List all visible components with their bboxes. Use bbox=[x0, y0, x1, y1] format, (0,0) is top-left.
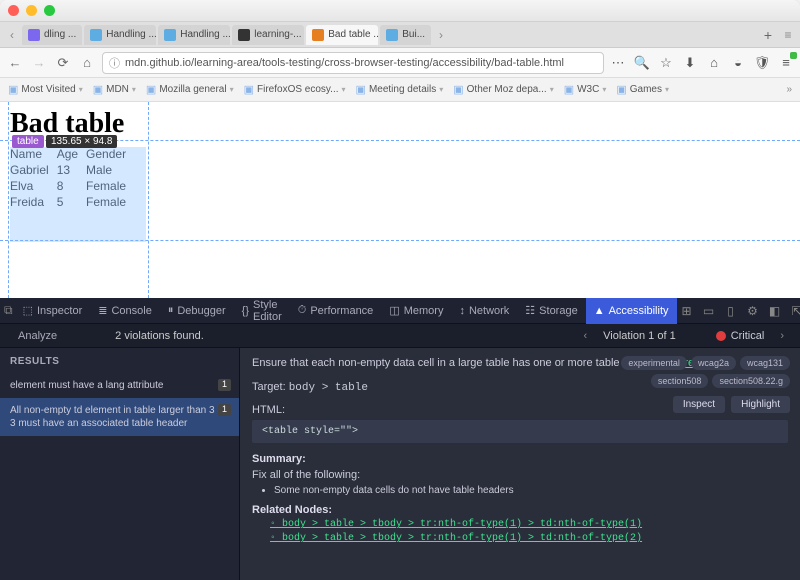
devtools-tabs: ⧉ ⬚Inspector≣Console⏸Debugger{}Style Edi… bbox=[0, 298, 800, 324]
zoom-window-button[interactable] bbox=[44, 5, 55, 16]
tab-menu-icon[interactable]: ≡ bbox=[780, 28, 796, 42]
critical-dot-icon bbox=[716, 331, 726, 341]
tab-scroll-right[interactable]: › bbox=[433, 28, 449, 42]
violation-tag: section508.22.g bbox=[712, 374, 790, 388]
html-label: HTML: bbox=[252, 404, 285, 416]
inspector-tag-label: table bbox=[12, 135, 44, 148]
bookmark-item[interactable]: ▣Meeting details ▾ bbox=[356, 83, 444, 96]
bookmark-item[interactable]: ▣Most Visited ▾ bbox=[8, 83, 83, 96]
traffic-lights bbox=[8, 5, 55, 16]
page-heading: Bad table bbox=[10, 108, 790, 140]
reader-icon[interactable]: ⋯ bbox=[610, 55, 626, 71]
next-violation-button[interactable]: › bbox=[774, 330, 790, 342]
bookmark-item[interactable]: ▣Other Moz depa... ▾ bbox=[453, 83, 553, 96]
violations-count: 2 violations found. bbox=[115, 330, 204, 342]
browser-tab[interactable]: Bad table ... bbox=[306, 25, 378, 45]
related-node-link[interactable]: ◦ body > table > tbody > tr:nth-of-type(… bbox=[270, 519, 788, 530]
iframe-picker-icon[interactable]: ⧉ bbox=[4, 303, 13, 319]
accessibility-subbar: Analyze 2 violations found. ‹ Violation … bbox=[0, 324, 800, 348]
bookmark-item[interactable]: ▣MDN ▾ bbox=[93, 83, 136, 96]
inspect-button[interactable]: Inspect bbox=[673, 396, 725, 413]
target-selector: body > table bbox=[289, 382, 368, 394]
shield-icon[interactable]: 🛡 bbox=[754, 55, 770, 71]
violation-rule[interactable]: element must have a lang attribute1 bbox=[0, 373, 239, 398]
back-button[interactable]: ← bbox=[6, 54, 24, 72]
popout-icon[interactable]: ⇱ bbox=[789, 303, 800, 319]
bookmarks-toolbar: ▣Most Visited ▾ ▣MDN ▾ ▣Mozilla general ▾ ▣… bbox=[0, 78, 800, 102]
devtools-tab-storage[interactable]: ☷Storage bbox=[517, 298, 585, 324]
related-node-link[interactable]: ◦ body > table > tbody > tr:nth-of-type(… bbox=[270, 533, 788, 544]
bookmark-star-icon[interactable]: ☆ bbox=[658, 55, 674, 71]
devtools-tab-debugger[interactable]: ⏸Debugger bbox=[160, 298, 234, 324]
violation-tag: section508 bbox=[651, 374, 709, 388]
browser-tab[interactable]: Bui... bbox=[380, 25, 431, 45]
address-bar: ← → ⟳ ⌂ ⓘ mdn.github.io/learning-area/to… bbox=[0, 48, 800, 78]
analyze-button[interactable]: Analyze bbox=[0, 330, 75, 342]
violation-rule[interactable]: All non-empty td element in table larger… bbox=[0, 398, 239, 436]
devtools-tab-console[interactable]: ≣Console bbox=[90, 298, 160, 324]
forward-button[interactable]: → bbox=[30, 54, 48, 72]
browser-tab[interactable]: Handling ... bbox=[84, 25, 156, 45]
responsive-design-icon[interactable]: ⊞ bbox=[679, 303, 695, 319]
bookmarks-overflow[interactable]: » bbox=[786, 84, 792, 95]
results-sidebar: RESULTS element must have a lang attribu… bbox=[0, 348, 240, 580]
info-icon[interactable]: ⓘ bbox=[109, 55, 120, 71]
reload-button[interactable]: ⟳ bbox=[54, 54, 72, 72]
bookmark-item[interactable]: ▣W3C ▾ bbox=[564, 83, 607, 96]
close-window-button[interactable] bbox=[8, 5, 19, 16]
menu-button[interactable]: ≡ bbox=[778, 55, 794, 71]
url-text: mdn.github.io/learning-area/tools-testin… bbox=[125, 57, 564, 69]
devtools-tab-memory[interactable]: ◫Memory bbox=[381, 298, 451, 324]
violation-tag: experimental bbox=[621, 356, 687, 370]
fix-heading: Fix all of the following: bbox=[252, 469, 788, 481]
html-snippet: <table style=""> bbox=[252, 420, 788, 443]
new-tab-button[interactable]: + bbox=[758, 27, 778, 43]
inspector-highlight-overlay bbox=[10, 147, 146, 242]
window-titlebar bbox=[0, 0, 800, 22]
home-button[interactable]: ⌂ bbox=[78, 54, 96, 72]
target-label: Target: bbox=[252, 381, 286, 393]
search-icon[interactable]: 🔍 bbox=[634, 55, 650, 71]
devtools-tab-network[interactable]: ↕Network bbox=[451, 298, 517, 324]
browser-tab[interactable]: Handling ... bbox=[158, 25, 230, 45]
device-icon[interactable]: ▭ bbox=[701, 303, 717, 319]
home-icon[interactable]: ⌂ bbox=[706, 55, 722, 71]
inspector-dimensions-label: 135.65 × 94.8 bbox=[46, 135, 117, 148]
violation-tag: wcag131 bbox=[740, 356, 790, 370]
summary-label: Summary: bbox=[252, 453, 788, 465]
downloads-icon[interactable]: ⬇ bbox=[682, 55, 698, 71]
violation-position: Violation 1 of 1 bbox=[603, 330, 676, 342]
violation-tag: wcag2a bbox=[691, 356, 736, 370]
related-nodes-label: Related Nodes: bbox=[252, 504, 788, 516]
bookmark-item[interactable]: ▣Games ▾ bbox=[616, 83, 669, 96]
page-viewport: table 135.65 × 94.8 Bad table NameAgeGen… bbox=[0, 102, 800, 298]
violation-detail: experimental wcag2a wcag131 section508secti… bbox=[240, 348, 800, 580]
devtools-tab-style-editor[interactable]: {}Style Editor bbox=[234, 298, 290, 324]
results-heading: RESULTS bbox=[0, 354, 239, 373]
browser-tab-strip: ‹ dling ...Handling ...Handling ...learn… bbox=[0, 22, 800, 48]
dock-icon[interactable]: ◧ bbox=[767, 303, 783, 319]
devtools-tab-accessibility[interactable]: ▲Accessibility bbox=[586, 298, 677, 324]
prev-violation-button[interactable]: ‹ bbox=[577, 330, 593, 342]
severity-badge: Critical bbox=[716, 330, 765, 342]
url-input[interactable]: ⓘ mdn.github.io/learning-area/tools-test… bbox=[102, 52, 604, 74]
mobile-icon[interactable]: ▯ bbox=[723, 303, 739, 319]
pocket-icon[interactable]: ◒ bbox=[730, 55, 746, 71]
devtools-panel: ⧉ ⬚Inspector≣Console⏸Debugger{}Style Edi… bbox=[0, 298, 800, 580]
tab-scroll-left[interactable]: ‹ bbox=[4, 28, 20, 42]
severity-label: Critical bbox=[731, 330, 765, 342]
browser-tab[interactable]: learning-... bbox=[232, 25, 304, 45]
devtools-tab-inspector[interactable]: ⬚Inspector bbox=[15, 298, 91, 324]
settings-icon[interactable]: ⚙ bbox=[745, 303, 761, 319]
highlight-button[interactable]: Highlight bbox=[731, 396, 790, 413]
bookmark-item[interactable]: ▣Mozilla general ▾ bbox=[146, 83, 234, 96]
browser-tab[interactable]: dling ... bbox=[22, 25, 82, 45]
bookmark-item[interactable]: ▣FirefoxOS ecosy... ▾ bbox=[244, 83, 346, 96]
minimize-window-button[interactable] bbox=[26, 5, 37, 16]
devtools-tab-performance[interactable]: ⏱Performance bbox=[290, 298, 382, 324]
fix-item: Some non-empty data cells do not have ta… bbox=[274, 485, 788, 496]
